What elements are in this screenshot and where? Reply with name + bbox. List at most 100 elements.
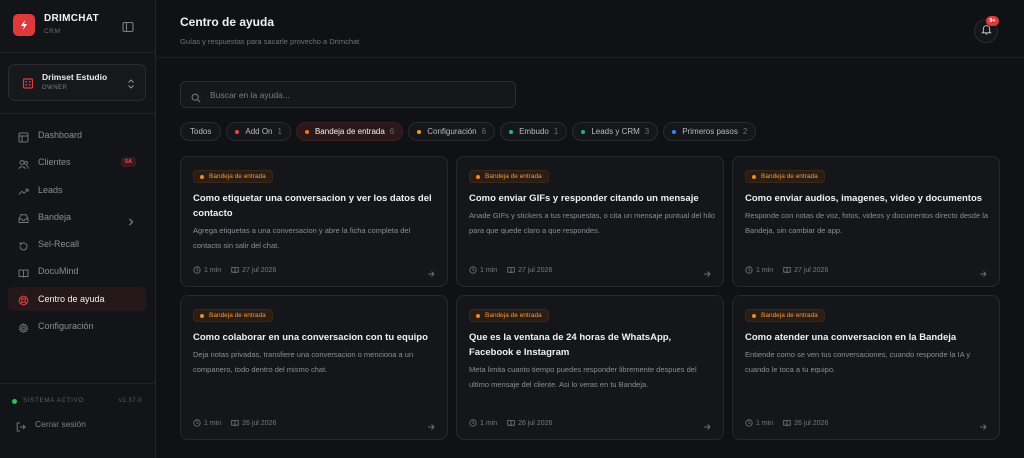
brand-subtitle: CRM: [44, 28, 61, 35]
filter-chip-configuracion[interactable]: Configuración 6: [408, 122, 496, 141]
sidebar-item-label: Dashboard: [38, 130, 83, 140]
clock-icon: [745, 266, 753, 274]
category-dot: [476, 174, 480, 179]
search-input[interactable]: [210, 89, 490, 100]
search-icon: [191, 90, 201, 103]
category-tag-label: Bandeja de entrada: [209, 312, 266, 319]
category-dot: [752, 174, 756, 179]
sidebar-item-label: Bandeja: [38, 211, 72, 222]
sidebar-item-centro-de-ayuda[interactable]: Centro de ayuda: [8, 286, 146, 311]
page-subtitle: Guías y respuestas para sacarle provecho…: [180, 37, 360, 46]
dashboard-icon: [18, 130, 29, 142]
article-date: 27 jul 2026: [794, 266, 829, 274]
category-dot: [581, 129, 586, 134]
sidebar-item-sel-recall[interactable]: Sel-Recall: [8, 232, 146, 256]
article-date: 27 jul 2026: [242, 266, 277, 274]
building-icon: [21, 76, 35, 90]
article-description: Anade GIFs y stickers a tus respuestas, …: [469, 211, 715, 235]
article-card[interactable]: Bandeja de entrada Que es la ventana de …: [456, 295, 724, 440]
article-card[interactable]: Bandeja de entrada Como colaborar en una…: [180, 295, 448, 440]
arrow-right-icon: [427, 265, 435, 277]
sidebar-item-bandeja[interactable]: Bandeja: [8, 205, 146, 229]
arrow-right-icon: [427, 418, 435, 430]
article-title: Como atender una conversacion en la Band…: [745, 332, 957, 343]
sidebar-item-label: Centro de ayuda: [38, 293, 105, 304]
sidebar-item-documind[interactable]: DocuMind: [8, 259, 146, 283]
arrow-right-icon: [979, 265, 987, 277]
sidebar-item-configuracion[interactable]: Configuración: [8, 314, 146, 338]
workspace-role: OWNER: [42, 85, 68, 91]
book-icon: [231, 419, 239, 427]
category-tag-label: Bandeja de entrada: [761, 312, 818, 319]
read-time: 1 min: [204, 266, 222, 274]
article-description: Agrega etiquetas a una conversacion y ab…: [193, 226, 411, 250]
filter-chip-add-on[interactable]: Add On 1: [226, 122, 291, 141]
category-dot: [476, 313, 480, 318]
category-filters: Todos Add On 1 Bandeja de entrada 6 Conf…: [180, 122, 761, 141]
article-card[interactable]: Bandeja de entrada Como enviar GIFs y re…: [456, 156, 724, 287]
article-title: Como enviar GIFs y responder citando un …: [469, 193, 699, 204]
sidebar-item-leads[interactable]: Leads: [8, 178, 146, 202]
category-dot: [752, 313, 756, 318]
filter-count: 3: [644, 127, 650, 136]
article-card[interactable]: Bandeja de entrada Como enviar audios, i…: [732, 156, 1000, 287]
read-time: 1 min: [756, 419, 774, 427]
article-title: Como colaborar en una conversacion con t…: [193, 332, 428, 343]
category-dot: [304, 129, 309, 134]
sidebar: DRIMCHAT CRM Drimset Estudio OWNER Dashb…: [0, 0, 156, 458]
filter-chip-todos[interactable]: Todos: [180, 122, 222, 141]
filter-label: Embudo: [519, 127, 549, 136]
filter-count: 6: [389, 127, 395, 136]
category-tag-label: Bandeja de entrada: [485, 312, 542, 319]
book-icon: [231, 266, 239, 274]
filter-chip-bandeja-de-entrada[interactable]: Bandeja de entrada 6: [295, 122, 404, 141]
sidebar-item-label: DocuMind: [38, 266, 79, 277]
clock-icon: [745, 419, 753, 427]
lifebuoy-icon: [18, 293, 29, 306]
filter-label: Leads y CRM: [591, 127, 640, 136]
filter-chip-embudo[interactable]: Embudo 1: [500, 122, 568, 141]
trending-icon: [18, 184, 29, 195]
logout-button[interactable]: Cerrar sesión: [16, 419, 86, 432]
brand[interactable]: DRIMCHAT CRM: [13, 13, 99, 37]
clock-icon: [193, 266, 201, 274]
book-icon: [783, 266, 791, 274]
filter-count: 1: [553, 127, 559, 136]
category-dot: [509, 129, 514, 134]
article-card[interactable]: Bandeja de entrada Como etiquetar una co…: [180, 156, 448, 287]
category-tag: Bandeja de entrada: [745, 170, 825, 183]
search-box[interactable]: [180, 81, 516, 108]
article-meta: 1 min 26 jul 2026: [469, 419, 552, 427]
category-tag: Bandeja de entrada: [193, 309, 273, 322]
read-time: 1 min: [204, 419, 222, 427]
workspace-switcher[interactable]: Drimset Estudio OWNER: [8, 64, 146, 101]
category-tag-label: Bandeja de entrada: [485, 173, 542, 180]
book-icon: [507, 419, 515, 427]
sidebar-collapse-icon[interactable]: [121, 20, 135, 34]
sidebar-item-label: Configuración: [38, 321, 94, 332]
category-tag: Bandeja de entrada: [745, 309, 825, 322]
sidebar-divider: [0, 113, 155, 114]
sidebar-item-clientes[interactable]: Clientes 5A: [8, 150, 146, 174]
article-description: Deja notas privadas, transfiere una conv…: [193, 350, 414, 374]
system-status-label: SISTEMA ACTIVO: [23, 398, 84, 404]
filter-chip-leads-y-crm[interactable]: Leads y CRM 3: [572, 122, 659, 141]
filter-label: Bandeja de entrada: [314, 127, 385, 136]
clock-icon: [469, 419, 477, 427]
recall-icon: [18, 239, 29, 251]
arrow-right-icon: [979, 418, 987, 430]
category-dot: [235, 129, 240, 134]
filter-chip-primeros-pasos[interactable]: Primeros pasos 2: [663, 122, 757, 141]
category-tag-label: Bandeja de entrada: [761, 173, 818, 180]
filter-label: Todos: [190, 127, 212, 136]
sidebar-item-label: Leads: [38, 184, 63, 195]
book-icon: [507, 266, 515, 274]
inbox-icon: [18, 211, 29, 224]
sidebar-item-dashboard[interactable]: Dashboard: [8, 123, 146, 147]
filter-count: 1: [277, 127, 282, 136]
category-tag: Bandeja de entrada: [469, 170, 549, 183]
sidebar-item-label: Clientes: [38, 157, 71, 168]
article-title: Como enviar audios, imagenes, video y do…: [745, 193, 983, 204]
article-card[interactable]: Bandeja de entrada Como atender una conv…: [732, 295, 1000, 440]
users-icon: [18, 157, 29, 169]
